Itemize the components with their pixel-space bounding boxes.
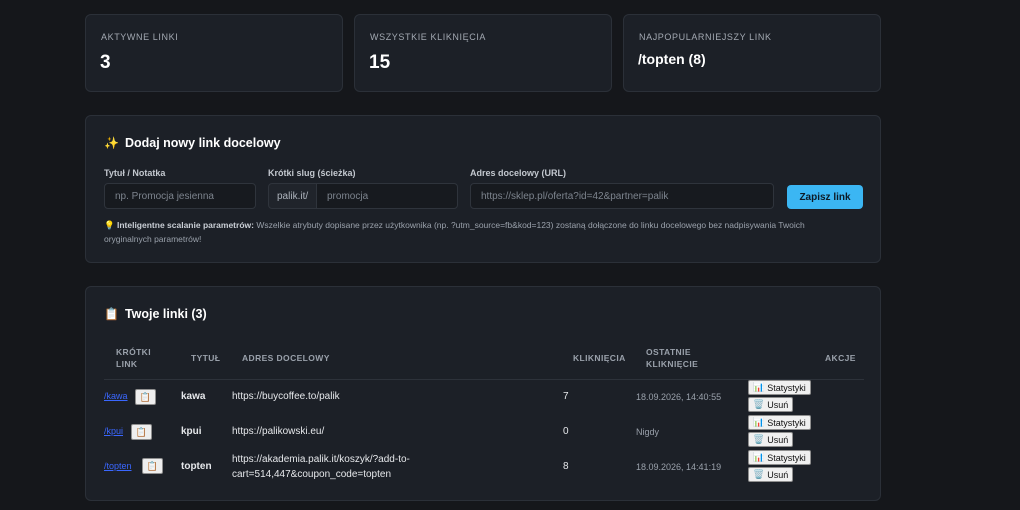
add-link-title: ✨ Dodaj nowy link docelowy (104, 136, 281, 150)
header-short-2: LINK (116, 359, 138, 369)
row-title: kawa (181, 391, 206, 402)
stats-button-label: Statystyki (767, 452, 806, 463)
header-last-1: OSTATNIE (646, 347, 691, 357)
stat-value: 3 (100, 52, 111, 73)
short-link[interactable]: /kpui (104, 426, 123, 436)
header-last-click: OSTATNIE KLIKNIĘCIE (646, 346, 698, 370)
chart-icon: 📊 (753, 452, 765, 462)
add-link-title-text: Dodaj nowy link docelowy (124, 136, 281, 150)
row-title: topten (181, 461, 212, 472)
copy-icon[interactable]: 📋 (142, 458, 163, 474)
row-url-1: https://palikowski.eu/ (232, 426, 325, 437)
stats-button[interactable]: 📊 Statystyki (748, 415, 811, 430)
trash-icon: 🗑️ (753, 434, 765, 444)
stat-card-total-clicks: WSZYSTKIE KLIKNIĘCIA 15 (354, 14, 612, 92)
trash-icon: 🗑️ (753, 399, 765, 409)
header-target: ADRES DOCELOWY (242, 353, 330, 363)
row-url-2: cart=514,447&coupon_code=topten (232, 469, 392, 480)
header-short-link: KRÓTKI LINK (116, 346, 151, 370)
row-clicks: 0 (563, 426, 569, 437)
trash-icon: 🗑️ (753, 469, 765, 479)
title-label: Tytuł / Notatka (104, 168, 166, 178)
row-clicks: 7 (563, 391, 569, 402)
delete-button[interactable]: 🗑️ Usuń (748, 432, 794, 447)
delete-button-label: Usuń (767, 469, 789, 480)
row-url: https://buycoffee.to/palik (232, 389, 340, 404)
copy-icon[interactable]: 📋 (131, 424, 152, 440)
header-actions: AKCJE (825, 353, 856, 363)
clipboard-icon: 📋 (104, 307, 119, 321)
links-card: 📋 Twoje linki (3) KRÓTKI LINK TYTUŁ ADRE… (85, 286, 881, 501)
row-url-1: https://akademia.palik.it/koszyk/?add-to… (232, 454, 410, 465)
short-link[interactable]: /topten (104, 461, 132, 471)
delete-button-label: Usuń (767, 434, 789, 445)
hint-text-2: oryginalnych parametrów! (104, 234, 202, 244)
title-input[interactable] (104, 183, 256, 209)
url-input[interactable] (470, 183, 774, 209)
hint-title: Inteligentne scalanie parametrów: (116, 220, 254, 230)
slug-label: Krótki slug (ścieżka) (268, 168, 356, 178)
delete-button[interactable]: 🗑️ Usuń (748, 397, 794, 412)
stat-value: 15 (369, 52, 391, 73)
hint-text-1: Wszelkie atrybuty dopisane przez użytkow… (253, 220, 805, 230)
slug-prefix: palik.it/ (268, 183, 317, 209)
url-label: Adres docelowy (URL) (470, 168, 567, 178)
slug-input[interactable] (316, 183, 458, 209)
header-clicks: KLIKNIĘCIA (573, 353, 626, 363)
row-url-1: https://buycoffee.to/palik (232, 391, 340, 402)
row-last-click: 18.09.2026, 14:41:19 (636, 462, 722, 472)
stats-button-label: Statystyki (767, 417, 806, 428)
row-clicks: 8 (563, 461, 569, 472)
links-title: 📋 Twoje linki (3) (104, 307, 207, 321)
header-title: TYTUŁ (191, 353, 221, 363)
links-title-text: Twoje linki (3) (124, 307, 207, 321)
stats-button-label: Statystyki (767, 382, 806, 393)
row-title: kpui (181, 426, 202, 437)
row-last-click: Nigdy (636, 427, 660, 437)
row-url: https://akademia.palik.it/koszyk/?add-to… (232, 452, 410, 482)
delete-button-label: Usuń (767, 399, 789, 410)
stat-label: AKTYWNE LINKI (101, 32, 179, 42)
chart-icon: 📊 (753, 417, 765, 427)
add-link-card: ✨ Dodaj nowy link docelowy Tytuł / Notat… (85, 115, 881, 263)
chart-icon: 📊 (753, 382, 765, 392)
short-link[interactable]: /kawa (104, 391, 128, 401)
header-short-1: KRÓTKI (116, 347, 151, 357)
stat-value: /topten (8) (638, 51, 706, 67)
stat-card-active-links: AKTYWNE LINKI 3 (85, 14, 343, 92)
stat-label: NAJPOPULARNIEJSZY LINK (639, 32, 772, 42)
stats-button[interactable]: 📊 Statystyki (748, 450, 811, 465)
row-last-click: 18.09.2026, 14:40:55 (636, 392, 722, 402)
sparkles-icon: ✨ (104, 136, 119, 150)
copy-icon[interactable]: 📋 (135, 389, 156, 405)
row-url: https://palikowski.eu/ (232, 424, 324, 439)
save-link-button[interactable]: Zapisz link (787, 185, 863, 209)
lightbulb-icon: 💡 (104, 220, 115, 230)
merge-hint: 💡 Inteligentne scalanie parametrów: Wsze… (104, 218, 824, 246)
stats-button[interactable]: 📊 Statystyki (748, 380, 811, 395)
delete-button[interactable]: 🗑️ Usuń (748, 467, 794, 482)
stat-label: WSZYSTKIE KLIKNIĘCIA (370, 32, 487, 42)
stat-card-most-popular: NAJPOPULARNIEJSZY LINK /topten (8) (623, 14, 881, 92)
header-last-2: KLIKNIĘCIE (646, 359, 699, 369)
